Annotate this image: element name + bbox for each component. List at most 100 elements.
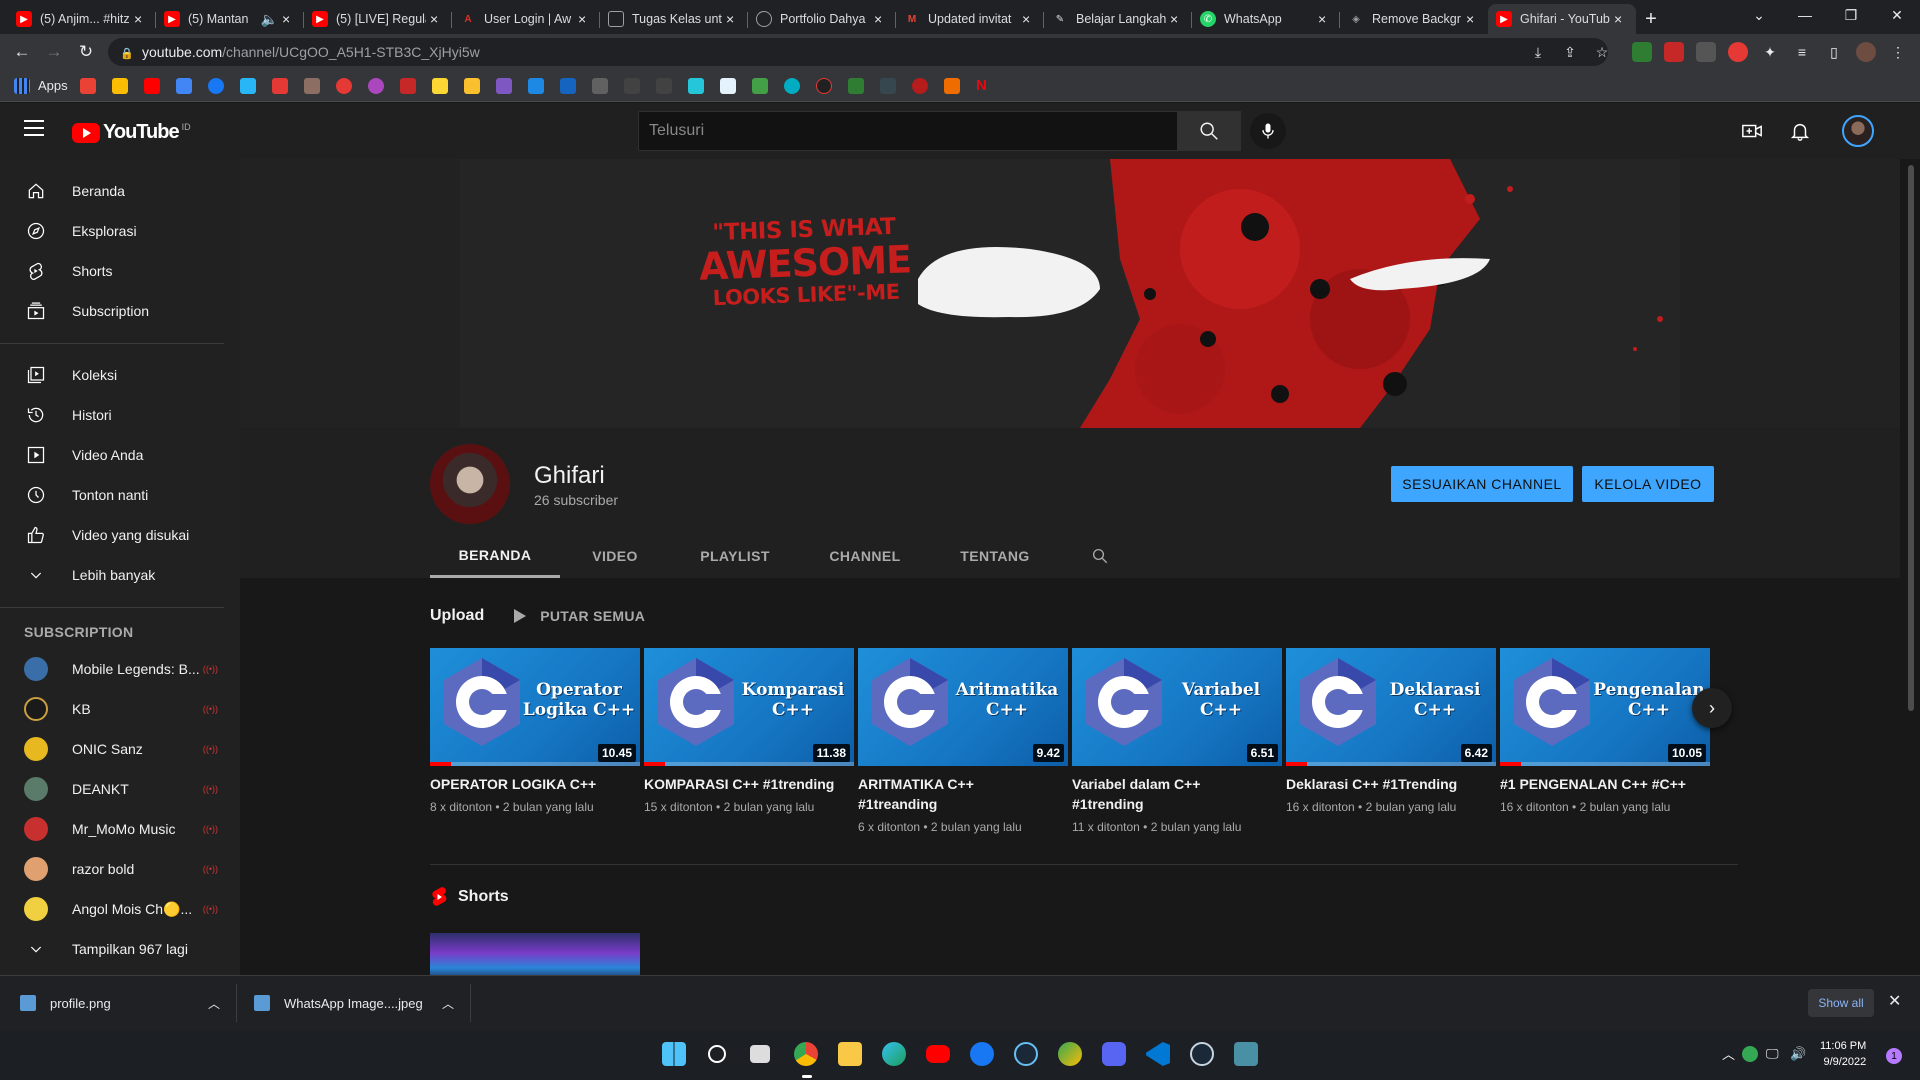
app-icon[interactable]	[1234, 1042, 1258, 1066]
video-card[interactable]: Aritmatika C++ 9.42 ARITMATIKA C++ #1trea…	[858, 648, 1068, 834]
close-window-icon[interactable]: ✕	[1874, 0, 1920, 30]
clock[interactable]: 11:06 PM 9/9/2022	[1820, 1038, 1866, 1070]
search-button[interactable]	[1177, 111, 1241, 151]
bookmark-icon[interactable]	[944, 78, 960, 94]
youtube-app-icon[interactable]	[926, 1045, 950, 1063]
close-tab-icon[interactable]: ×	[430, 11, 444, 27]
sidebar-item-home[interactable]: Beranda	[0, 171, 224, 211]
video-title[interactable]: Variabel dalam C++ #1trending	[1072, 774, 1282, 814]
video-thumbnail[interactable]: Deklarasi C++ 6.42	[1286, 648, 1496, 766]
sidebar-item-library[interactable]: Koleksi	[0, 355, 224, 395]
sidebar-show-more-subscriptions[interactable]: Tampilkan 967 lagi	[0, 929, 224, 969]
download-item[interactable]: profile.png ︿	[20, 976, 220, 1030]
subscription-item[interactable]: Mr_MoMo Music ((•))	[0, 809, 224, 849]
extension-icon[interactable]	[1728, 42, 1748, 62]
bookmark-icon[interactable]	[464, 78, 480, 94]
bookmark-icon[interactable]	[560, 78, 576, 94]
translate-bookmark-icon[interactable]	[176, 78, 192, 94]
sidebar-item-shorts[interactable]: Shorts	[0, 251, 224, 291]
sidebar-item-watch-later[interactable]: Tonton nanti	[0, 475, 224, 515]
minimize-icon[interactable]: —	[1782, 0, 1828, 30]
tab-about[interactable]: TENTANG	[930, 534, 1060, 578]
side-panel-icon[interactable]: ▯	[1824, 42, 1844, 62]
browser-tab[interactable]: M Updated invitat ×	[896, 4, 1044, 34]
play-all-button[interactable]: PUTAR SEMUA	[514, 608, 645, 624]
app-icon[interactable]	[1102, 1042, 1126, 1066]
search-input[interactable]: Telusuri	[638, 111, 1178, 151]
subscription-item[interactable]: KB ((•))	[0, 689, 224, 729]
bookmark-icon[interactable]	[720, 78, 736, 94]
tab-videos[interactable]: VIDEO	[560, 534, 670, 578]
chevron-up-icon[interactable]: ︿	[442, 995, 454, 1012]
address-bar[interactable]: 🔒 youtube.com/channel/UCgOO_A5H1-STB3C_X…	[108, 38, 1608, 66]
tab-search-icon[interactable]: ⌄	[1736, 0, 1782, 30]
vscode-icon[interactable]	[1146, 1042, 1170, 1066]
video-thumbnail[interactable]: Aritmatika C++ 9.42	[858, 648, 1068, 766]
close-tab-icon[interactable]: ×	[1318, 11, 1332, 27]
kebab-menu-icon[interactable]: ⋮	[1888, 42, 1908, 62]
browser-tab[interactable]: ✎ Belajar Langkah ×	[1044, 4, 1192, 34]
sidebar-item-explore[interactable]: Eksplorasi	[0, 211, 224, 251]
video-thumbnail[interactable]: Operator Logika C++ 10.45	[430, 648, 640, 766]
extension-icon[interactable]	[1664, 42, 1684, 62]
hamburger-menu-icon[interactable]	[24, 120, 44, 140]
search-icon[interactable]	[708, 1045, 726, 1063]
video-card[interactable]: Deklarasi C++ 6.42 Deklarasi C++ #1Trend…	[1286, 648, 1496, 814]
tray-chevron-icon[interactable]: ︿	[1722, 1044, 1735, 1063]
youtube-bookmark-icon[interactable]	[144, 78, 160, 94]
bookmark-icon[interactable]	[432, 78, 448, 94]
sidebar-item-history[interactable]: Histori	[0, 395, 224, 435]
browser-tab[interactable]: Tugas Kelas unt ×	[600, 4, 748, 34]
bookmark-icon[interactable]	[240, 78, 256, 94]
subscription-item[interactable]: Angol Mois Ch🟡... ((•))	[0, 889, 224, 929]
back-icon[interactable]: ←	[10, 40, 34, 64]
close-tab-icon[interactable]: ×	[578, 11, 592, 27]
new-tab-button[interactable]: +	[1636, 4, 1666, 34]
bookmark-icon[interactable]	[688, 78, 704, 94]
profile-avatar-icon[interactable]	[1856, 42, 1876, 62]
video-title[interactable]: OPERATOR LOGIKA C++	[430, 774, 640, 794]
install-icon[interactable]: ⤓	[1528, 42, 1548, 62]
youtube-logo[interactable]: YouTube ID	[72, 121, 191, 144]
bookmark-icon[interactable]	[592, 78, 608, 94]
facebook-app-icon[interactable]	[970, 1042, 994, 1066]
subscription-item[interactable]: DEANKT ((•))	[0, 769, 224, 809]
video-card[interactable]: Komparasi C++ 11.38 KOMPARASI C++ #1tren…	[644, 648, 854, 814]
extension-icon[interactable]	[1696, 42, 1716, 62]
video-title[interactable]: #1 PENGENALAN C++ #C++	[1500, 774, 1710, 794]
create-video-icon[interactable]	[1740, 119, 1764, 143]
apps-grid-icon[interactable]	[14, 78, 30, 94]
video-thumbnail[interactable]: Komparasi C++ 11.38	[644, 648, 854, 766]
bookmark-icon[interactable]	[816, 78, 832, 94]
channel-search-button[interactable]	[1080, 534, 1120, 578]
uploads-title[interactable]: Upload	[430, 607, 484, 625]
close-tab-icon[interactable]: ×	[1022, 11, 1036, 27]
browser-tab[interactable]: ✆ WhatsApp ×	[1192, 4, 1340, 34]
browser-tab[interactable]: Portfolio Dahya ×	[748, 4, 896, 34]
short-thumbnail[interactable]	[430, 933, 640, 975]
netflix-bookmark-icon[interactable]: N	[976, 78, 992, 94]
tray-app-icon[interactable]	[1742, 1046, 1758, 1062]
sidebar-item-show-more[interactable]: Lebih banyak	[0, 555, 224, 595]
close-download-bar-icon[interactable]: ✕	[1888, 991, 1901, 1011]
sidebar-item-subscriptions[interactable]: Subscription	[0, 291, 224, 331]
gmail-bookmark-icon[interactable]	[80, 78, 96, 94]
customize-channel-button[interactable]: SESUAIKAN CHANNEL	[1391, 466, 1573, 502]
browser-tab[interactable]: ◈ Remove Backgr ×	[1340, 4, 1488, 34]
steam-icon[interactable]	[1014, 1042, 1038, 1066]
tab-home[interactable]: BERANDA	[430, 534, 560, 578]
bookmark-icon[interactable]	[848, 78, 864, 94]
manage-videos-button[interactable]: KELOLA VIDEO	[1582, 466, 1714, 502]
chrome-icon[interactable]	[794, 1042, 818, 1066]
notification-badge[interactable]: 1	[1886, 1048, 1902, 1064]
restore-icon[interactable]: ❐	[1828, 0, 1874, 30]
shelf-next-arrow-icon[interactable]: ›	[1692, 688, 1732, 728]
subscription-item[interactable]: Mobile Legends: B... ((•))	[0, 649, 224, 689]
facebook-bookmark-icon[interactable]	[208, 78, 224, 94]
subscription-item[interactable]: razor bold ((•))	[0, 849, 224, 889]
sidebar-item-liked-videos[interactable]: Video yang disukai	[0, 515, 224, 555]
close-tab-icon[interactable]: ×	[1466, 11, 1480, 27]
bookmark-icon[interactable]	[656, 78, 672, 94]
mute-tab-icon[interactable]: 🔈	[261, 11, 278, 28]
bookmark-icon[interactable]	[912, 78, 928, 94]
